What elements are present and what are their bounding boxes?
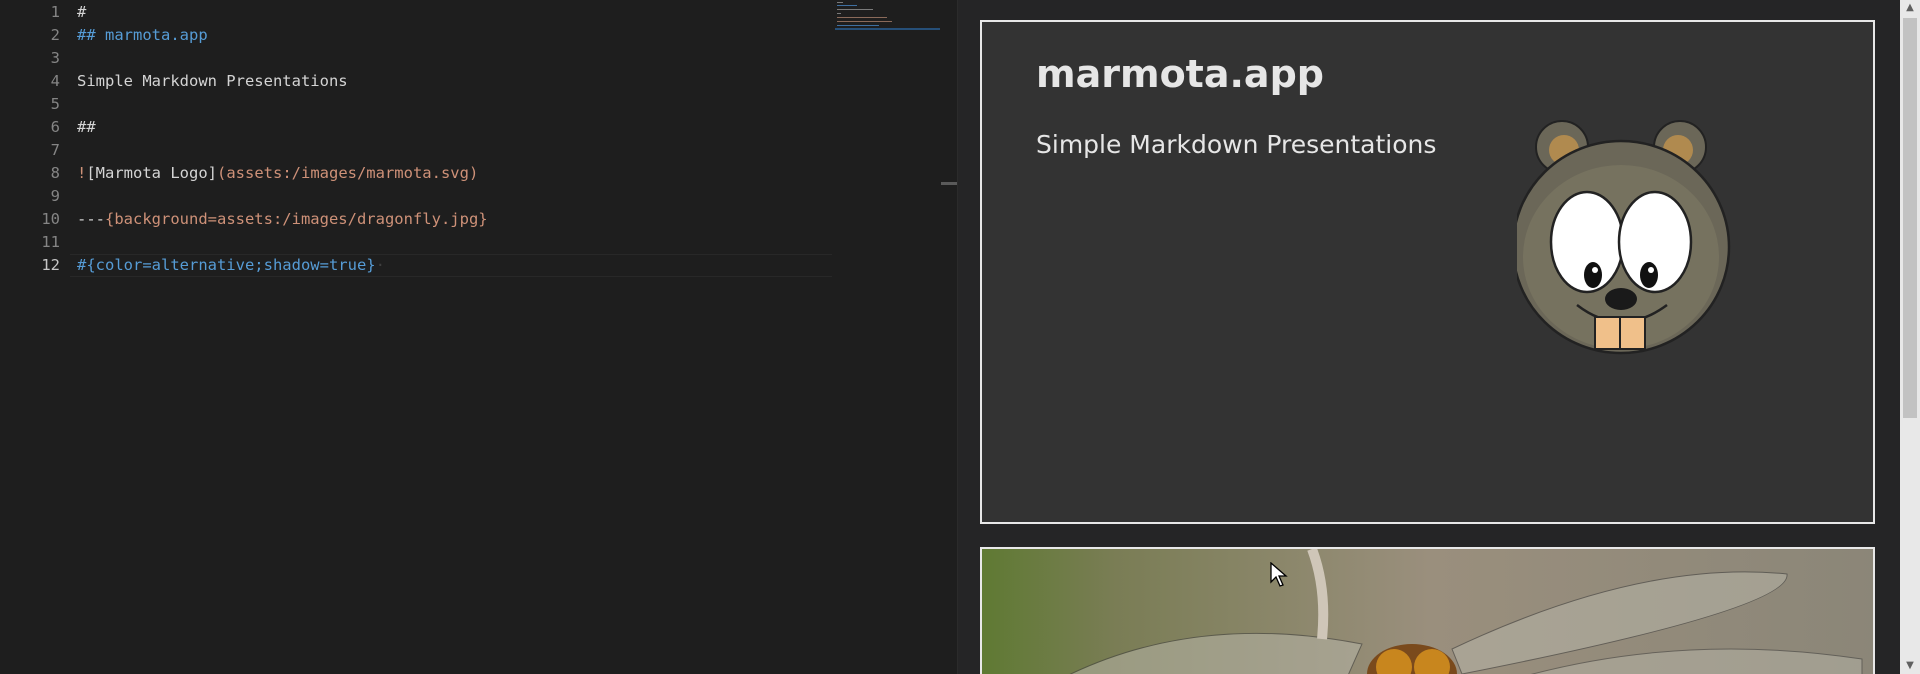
line-number: 3 xyxy=(50,49,60,67)
slide-subtitle: Simple Markdown Presentations xyxy=(1036,130,1437,159)
dragonfly-photo-icon xyxy=(982,549,1873,674)
slide-1: marmota.app Simple Markdown Presentation… xyxy=(980,20,1875,524)
slide-title: marmota.app xyxy=(1036,52,1324,96)
code-line-4[interactable]: Simple Markdown Presentations xyxy=(77,70,348,93)
line-number-active: 12 xyxy=(41,256,60,274)
code-area[interactable]: # ## marmota.app Simple Markdown Present… xyxy=(77,0,832,674)
scrollbar-cursor-marker xyxy=(941,182,957,185)
line-number: 7 xyxy=(50,141,60,159)
line-number-gutter: 1 2 3 4 5 6 7 8 9 10 11 12 xyxy=(0,0,60,674)
scrollbar-thumb[interactable] xyxy=(1903,18,1917,418)
code-line-10[interactable]: ---{background=assets:/images/dragonfly.… xyxy=(77,208,488,231)
minimap-viewport[interactable] xyxy=(835,28,940,30)
minimap-line xyxy=(837,21,892,22)
editor-scrollbar[interactable] xyxy=(941,0,957,674)
slide-2 xyxy=(980,547,1875,674)
code-line-2[interactable]: ## marmota.app xyxy=(77,24,208,47)
minimap[interactable] xyxy=(835,0,940,674)
minimap-line xyxy=(837,2,843,3)
heading-attributes: #{color=alternative;shadow=true} xyxy=(77,256,376,274)
image-alt-text: [Marmota Logo] xyxy=(86,164,217,182)
presentation-preview[interactable]: marmota.app Simple Markdown Presentation… xyxy=(958,0,1900,674)
whitespace-marker: · xyxy=(375,256,385,274)
line-number: 10 xyxy=(41,210,60,228)
line-number: 8 xyxy=(50,164,60,182)
code-line-8[interactable]: ![Marmota Logo](assets:/images/marmota.s… xyxy=(77,162,478,185)
line-number: 6 xyxy=(50,118,60,136)
markdown-editor[interactable]: 1 2 3 4 5 6 7 8 9 10 11 12 # ## marmota.… xyxy=(0,0,957,674)
minimap-line xyxy=(837,9,873,10)
code-line-6[interactable]: ## xyxy=(77,116,96,139)
scroll-down-arrow-icon[interactable]: ▼ xyxy=(1900,658,1920,674)
code-line-12[interactable]: #{color=alternative;shadow=true}· xyxy=(77,254,385,277)
minimap-line xyxy=(837,25,879,26)
mouse-pointer-icon xyxy=(1270,562,1288,587)
line-number: 11 xyxy=(41,233,60,251)
marmota-logo-icon xyxy=(1517,120,1731,355)
preview-scrollbar[interactable]: ▲ ▼ xyxy=(1900,0,1920,674)
image-source: (assets:/images/marmota.svg) xyxy=(217,164,479,182)
line-number: 9 xyxy=(50,187,60,205)
minimap-line xyxy=(837,17,887,18)
slide-attributes: {background=assets:/images/dragonfly.jpg… xyxy=(105,210,488,228)
line-number: 1 xyxy=(50,3,60,21)
scroll-up-arrow-icon[interactable]: ▲ xyxy=(1900,0,1920,16)
minimap-line xyxy=(837,5,857,6)
code-line-1[interactable]: # xyxy=(77,1,86,24)
minimap-line xyxy=(837,13,841,14)
line-number: 2 xyxy=(50,26,60,44)
image-bang: ! xyxy=(77,164,87,182)
line-number: 4 xyxy=(50,72,60,90)
slide-separator: --- xyxy=(77,210,105,228)
line-number: 5 xyxy=(50,95,60,113)
